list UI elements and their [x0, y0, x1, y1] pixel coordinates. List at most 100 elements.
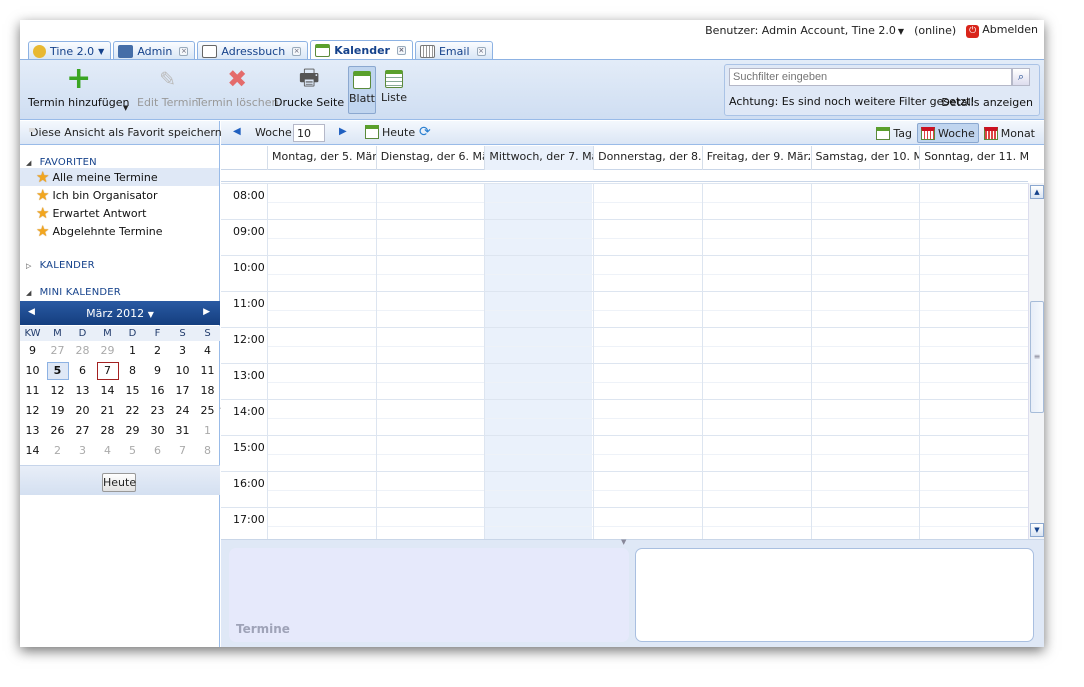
- close-icon[interactable]: ×: [292, 46, 302, 56]
- allday-row[interactable]: [221, 170, 1028, 182]
- tab-calendar[interactable]: Kalender ×: [310, 40, 413, 60]
- favorite-item[interactable]: ★ Erwartet Antwort: [20, 204, 219, 222]
- favorite-item[interactable]: ★ Abgelehnte Termine: [20, 222, 219, 240]
- day-header[interactable]: Mittwoch, der 7. März: [484, 146, 594, 170]
- hour-row[interactable]: 09:00: [221, 219, 1028, 255]
- user-menu[interactable]: Benutzer: Admin Account, Tine 2.0 ▼: [705, 24, 904, 37]
- today-button[interactable]: Heute: [102, 473, 136, 492]
- tab-email[interactable]: Email ×: [414, 41, 493, 60]
- minical-day[interactable]: 23: [145, 401, 170, 421]
- search-input[interactable]: [729, 68, 1012, 86]
- week-number[interactable]: 14: [20, 441, 45, 461]
- calendar-header[interactable]: ▷ KALENDER: [20, 260, 219, 271]
- hour-row[interactable]: 11:00: [221, 291, 1028, 327]
- minical-day[interactable]: 7: [170, 441, 195, 461]
- close-icon[interactable]: ×: [396, 46, 406, 55]
- time-grid[interactable]: 08:00 09:00 10:00 11:00 12:00 13:00 14:00 15:00…: [221, 183, 1028, 539]
- minical-day[interactable]: 21: [95, 401, 120, 421]
- hour-row[interactable]: 14:00: [221, 399, 1028, 435]
- vertical-scrollbar[interactable]: ▲ ≡ ▼: [1028, 183, 1044, 539]
- minical-day[interactable]: 10: [170, 361, 195, 381]
- month-view-button[interactable]: Monat: [981, 123, 1038, 143]
- add-event-button[interactable]: + Termin hinzufügen: [28, 64, 130, 110]
- add-event-dropdown[interactable]: ▼: [123, 104, 128, 112]
- day-header[interactable]: Sonntag, der 11. März: [919, 146, 1028, 170]
- week-input[interactable]: 10: [293, 124, 325, 142]
- minical-day[interactable]: 26: [45, 421, 70, 441]
- week-number[interactable]: 12: [20, 401, 45, 421]
- hour-row[interactable]: 12:00: [221, 327, 1028, 363]
- minical-day[interactable]: 17: [170, 381, 195, 401]
- logout-link[interactable]: ⏻ Abmelden: [966, 23, 1038, 38]
- minical-day[interactable]: 2: [45, 441, 70, 461]
- hour-row[interactable]: 16:00: [221, 471, 1028, 507]
- minical-day[interactable]: 4: [195, 341, 220, 361]
- month-picker[interactable]: März 2012 ▼: [20, 307, 220, 320]
- day-header[interactable]: Samstag, der 10. März: [810, 146, 919, 170]
- minical-day[interactable]: 29: [120, 421, 145, 441]
- close-icon[interactable]: ×: [476, 46, 486, 56]
- minical-day[interactable]: 4: [95, 441, 120, 461]
- minical-day[interactable]: 1: [195, 421, 220, 441]
- favorite-item[interactable]: ★ Ich bin Organisator: [20, 186, 219, 204]
- scroll-down-icon[interactable]: ▼: [1030, 523, 1044, 537]
- minical-day[interactable]: 27: [45, 341, 70, 361]
- edit-event-button[interactable]: ✎ Edit Termin: [137, 66, 199, 109]
- tab-admin[interactable]: Admin ×: [113, 41, 196, 60]
- delete-event-button[interactable]: ✖ Termin löschen: [196, 66, 278, 109]
- minical-day[interactable]: 2: [145, 341, 170, 361]
- favorite-item[interactable]: ★ Alle meine Termine: [20, 168, 219, 186]
- hour-row[interactable]: 17:00: [221, 507, 1028, 539]
- minical-day[interactable]: 16: [145, 381, 170, 401]
- hour-row[interactable]: 13:00: [221, 363, 1028, 399]
- minical-day[interactable]: 3: [70, 441, 95, 461]
- day-header[interactable]: Freitag, der 9. März: [701, 146, 810, 170]
- minical-day[interactable]: 25: [195, 401, 220, 421]
- today-nav-button[interactable]: Heute: [365, 125, 415, 139]
- details-link[interactable]: Details anzeigen: [941, 96, 1033, 109]
- week-number[interactable]: 13: [20, 421, 45, 441]
- minical-day[interactable]: 12: [45, 381, 70, 401]
- minical-day[interactable]: 6: [145, 441, 170, 461]
- minical-day[interactable]: 1: [120, 341, 145, 361]
- print-button[interactable]: 🖶 Drucke Seite: [274, 66, 344, 109]
- scroll-thumb[interactable]: ≡: [1030, 301, 1044, 413]
- tab-tine[interactable]: Tine 2.0 ▼: [28, 41, 112, 60]
- week-number[interactable]: 9: [20, 341, 45, 361]
- next-month-icon[interactable]: ▶: [203, 307, 210, 317]
- minical-day[interactable]: 3: [170, 341, 195, 361]
- day-header[interactable]: Montag, der 5. März: [267, 146, 376, 170]
- minical-day[interactable]: 28: [95, 421, 120, 441]
- minical-day[interactable]: 19: [45, 401, 70, 421]
- minical-day[interactable]: 28: [70, 341, 95, 361]
- minical-day[interactable]: 11: [195, 361, 220, 381]
- minical-day[interactable]: 8: [120, 361, 145, 381]
- hour-row[interactable]: 08:00: [221, 183, 1028, 219]
- close-icon[interactable]: ×: [179, 46, 189, 56]
- search-icon[interactable]: ⌕: [1012, 68, 1030, 86]
- minical-day[interactable]: 31: [170, 421, 195, 441]
- minical-day[interactable]: 8: [195, 441, 220, 461]
- day-header[interactable]: Donnerstag, der 8. März: [593, 146, 702, 170]
- minical-day[interactable]: 6: [70, 361, 95, 381]
- refresh-icon[interactable]: ⟳: [419, 124, 431, 140]
- minical-day[interactable]: 29: [95, 341, 120, 361]
- minical-day[interactable]: 5: [45, 361, 70, 381]
- week-number[interactable]: 10: [20, 361, 45, 381]
- minical-day[interactable]: 14: [95, 381, 120, 401]
- hour-row[interactable]: 10:00: [221, 255, 1028, 291]
- minical-day[interactable]: 5: [120, 441, 145, 461]
- minical-day[interactable]: 9: [145, 361, 170, 381]
- minical-day[interactable]: 13: [70, 381, 95, 401]
- minical-day[interactable]: 22: [120, 401, 145, 421]
- list-view-button[interactable]: Liste: [380, 66, 408, 114]
- favorites-header[interactable]: ◢ FAVORITEN: [20, 157, 219, 168]
- minical-day[interactable]: 24: [170, 401, 195, 421]
- minical-day[interactable]: 27: [70, 421, 95, 441]
- next-week-icon[interactable]: ▶: [339, 126, 347, 137]
- minical-day[interactable]: 7: [95, 361, 120, 381]
- hour-row[interactable]: 15:00: [221, 435, 1028, 471]
- tab-addressbook[interactable]: Adressbuch ×: [197, 41, 309, 60]
- minical-day[interactable]: 20: [70, 401, 95, 421]
- minical-header[interactable]: ◢ MINI KALENDER: [20, 287, 219, 298]
